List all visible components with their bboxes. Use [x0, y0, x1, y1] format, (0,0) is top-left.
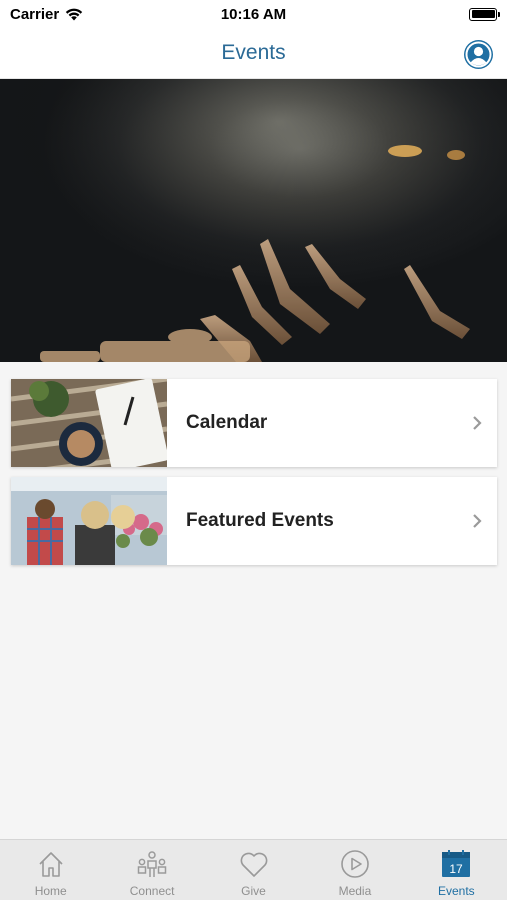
featured-events-label: Featured Events: [186, 510, 334, 531]
heart-icon: [238, 848, 270, 880]
tab-give[interactable]: Give: [203, 840, 304, 900]
tab-home-label: Home: [34, 884, 67, 898]
calendar-label: Calendar: [186, 412, 268, 433]
tab-events[interactable]: 17 Events: [406, 840, 507, 900]
user-circle-icon: [465, 41, 492, 68]
tab-media[interactable]: Media: [304, 840, 405, 900]
status-bar: Carrier 10:16 AM: [0, 0, 507, 28]
hero-banner-image: [0, 79, 507, 362]
calendar-card[interactable]: Calendar: [11, 379, 497, 467]
calendar-thumbnail-image: [11, 379, 167, 467]
chevron-right-icon: [457, 415, 497, 431]
featured-events-card[interactable]: Featured Events: [11, 477, 497, 565]
wifi-icon: [66, 8, 83, 20]
home-icon: [35, 848, 67, 880]
page-title: Events: [221, 41, 286, 64]
battery-icon: [469, 7, 500, 21]
play-circle-icon: [339, 848, 371, 880]
people-icon: [136, 848, 168, 880]
tab-give-label: Give: [241, 884, 266, 898]
carrier-info: Carrier: [10, 6, 83, 23]
profile-button[interactable]: [464, 40, 493, 69]
tab-connect-label: Connect: [129, 884, 175, 898]
navigation-bar: Events: [0, 28, 507, 79]
tab-home[interactable]: Home: [0, 840, 101, 900]
carrier-label: Carrier: [10, 5, 60, 23]
calendar-day-number: 17: [450, 862, 464, 876]
tab-events-label: Events: [437, 884, 475, 898]
tab-media-label: Media: [338, 884, 372, 898]
bottom-tab-bar: Home Connect Give Media 17 Events: [0, 839, 507, 900]
concert-crowd-illustration: [0, 79, 507, 362]
tab-connect[interactable]: Connect: [101, 840, 202, 900]
chevron-right-icon: [457, 513, 497, 529]
featured-events-thumbnail-image: [11, 477, 167, 565]
calendar-icon: 17: [440, 848, 472, 880]
